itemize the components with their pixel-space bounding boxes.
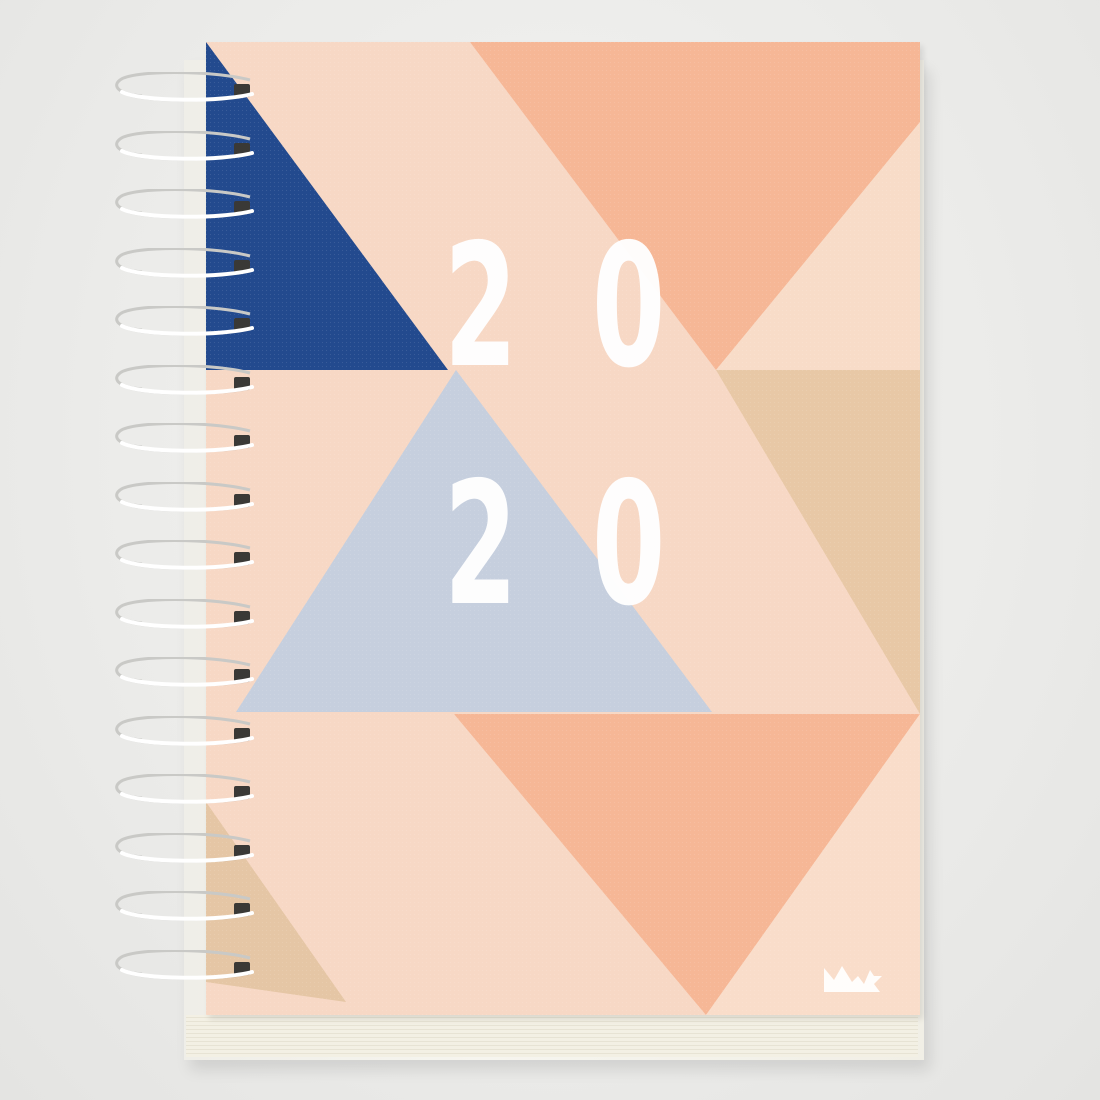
wire-coil-back — [115, 247, 251, 273]
wire-coil — [115, 949, 254, 980]
wire-coil-front — [120, 441, 254, 453]
wire-coil-front — [120, 850, 254, 863]
wire-coil-front — [120, 675, 254, 687]
wire-coil-back — [115, 657, 251, 683]
wire-coil-back — [115, 949, 251, 975]
wire-coil-front — [120, 265, 254, 278]
wire-coil-front — [120, 616, 254, 629]
wire-coil-back — [115, 774, 251, 800]
wire-coil-back — [115, 598, 251, 624]
wire-coil — [115, 364, 254, 395]
wire-coil-back — [115, 130, 251, 156]
cover-pattern — [206, 42, 920, 1015]
wire-coil-front — [120, 207, 254, 219]
wire-coil-back — [115, 832, 251, 858]
wire-coil-back — [115, 715, 251, 741]
wire-coil-front — [120, 382, 254, 395]
wire-coil-back — [115, 72, 251, 98]
product-photo: 2 0 2 0 — [0, 0, 1100, 1100]
wire-coil-front — [120, 792, 254, 804]
mountain-bird-logo-icon — [824, 966, 882, 992]
wire-coil — [115, 306, 254, 336]
planner-cover — [206, 42, 920, 1015]
wire-coil — [115, 715, 254, 746]
wire-coil-front — [120, 499, 254, 512]
page-edge — [186, 1015, 918, 1057]
wire-coil — [115, 423, 254, 453]
wire-coil-back — [115, 481, 251, 507]
wire-coil-back — [115, 540, 251, 566]
year-digit: 0 — [592, 446, 666, 644]
wire-coil — [115, 598, 254, 629]
wire-coil-front — [120, 148, 254, 161]
year-digit: 2 — [444, 446, 518, 644]
wire-coil — [115, 891, 254, 921]
wire-coil-back — [115, 423, 251, 449]
wire-coil — [115, 481, 254, 512]
wire-coil-back — [115, 306, 251, 332]
wire-coil-back — [115, 891, 251, 917]
wire-coil-front — [120, 90, 254, 102]
cover-texture — [206, 42, 920, 1015]
wire-coil-front — [120, 558, 254, 570]
wire-coil — [115, 72, 254, 102]
wire-coil — [115, 247, 254, 278]
year-digit: 2 — [444, 208, 518, 406]
year-digit: 0 — [592, 208, 666, 406]
wire-coil-back — [115, 364, 251, 390]
wire-coil — [115, 540, 254, 570]
wire-coil-front — [120, 324, 254, 336]
wire-coil — [115, 774, 254, 804]
wire-coil — [115, 657, 254, 687]
wire-coil-front — [120, 909, 254, 921]
wire-coil-front — [120, 733, 254, 746]
wire-coil-front — [120, 967, 254, 980]
wire-coil — [115, 189, 254, 219]
wire-coil — [115, 832, 254, 863]
wire-coil-back — [115, 189, 251, 215]
wire-coil — [115, 130, 254, 161]
